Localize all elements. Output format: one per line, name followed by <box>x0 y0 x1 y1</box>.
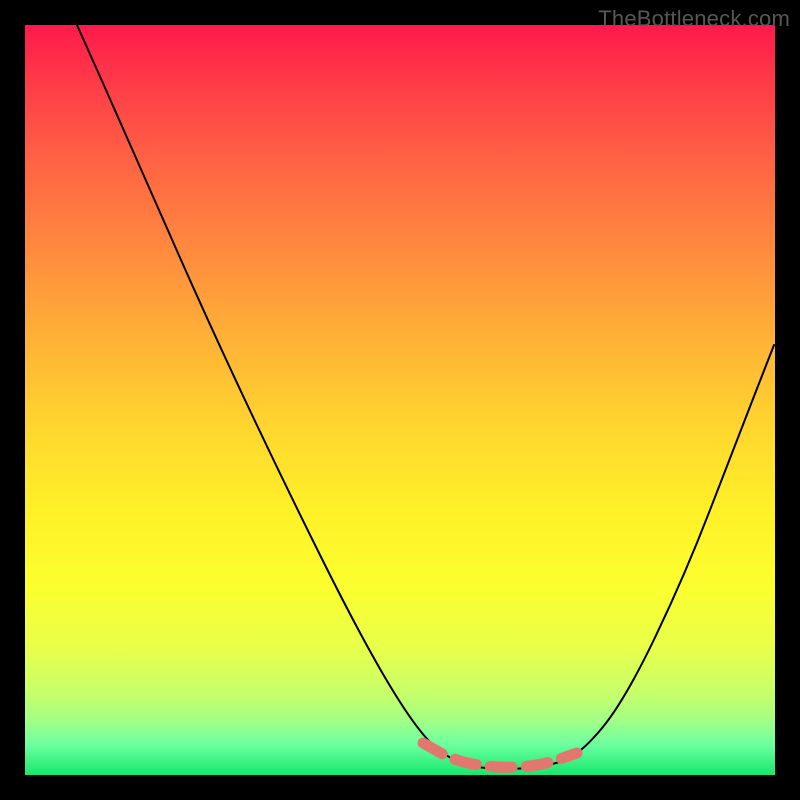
chart-frame: TheBottleneck.com <box>0 0 800 800</box>
curve-svg <box>25 25 775 775</box>
watermark-text: TheBottleneck.com <box>598 6 790 32</box>
bottleneck-curve <box>77 25 774 769</box>
plot-area <box>25 25 775 775</box>
